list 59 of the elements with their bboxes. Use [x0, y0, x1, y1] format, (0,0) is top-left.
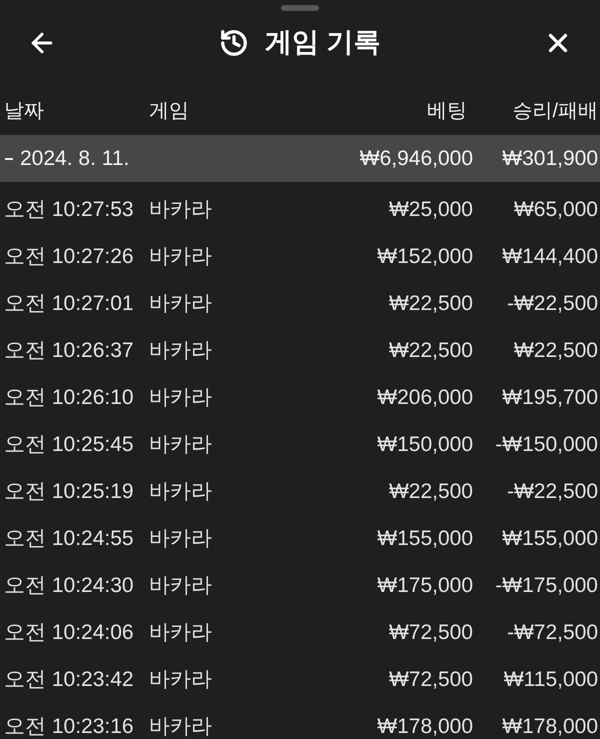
column-header: 승리/패배 — [512, 98, 598, 124]
game-cell-text: 바카라 — [149, 714, 212, 739]
time-cell-text: 오전 10:26:37 — [3, 338, 134, 364]
time-cell-text: 오전 10:23:16 — [3, 714, 134, 739]
result-cell-text: ₩144,400 — [502, 244, 598, 270]
game-cell-text: 바카라 — [149, 290, 212, 317]
time-cell-text: 오전 10:25:19 — [3, 478, 134, 505]
window-title: 게임 기록 — [265, 29, 381, 56]
bet-cell-text: ₩22,500 — [388, 478, 473, 505]
result-cell-text: ₩178,000 — [502, 714, 598, 739]
bet-cell-text: ₩150,000 — [377, 432, 473, 458]
time-cell-text: 오전 10:24:30 — [3, 572, 134, 599]
result-cell-text: ₩155,000 — [502, 526, 598, 552]
result-cell-text: -₩22,500 — [506, 290, 598, 317]
bet-cell-text: ₩22,500 — [388, 338, 473, 364]
bet-cell-text: ₩206,000 — [377, 384, 473, 411]
bet-cell-text: ₩175,000 — [377, 572, 473, 599]
column-header: 게임 — [149, 98, 189, 124]
game-cell-text: 바카라 — [149, 338, 212, 364]
game-cell-text: 바카라 — [149, 620, 212, 646]
bet-cell-text: ₩155,000 — [377, 526, 473, 552]
time-cell-text: 오전 10:25:45 — [3, 432, 134, 458]
column-header: 날짜 — [3, 98, 44, 124]
game-cell-text: 바카라 — [149, 384, 212, 411]
time-cell-text: 오전 10:24:55 — [3, 526, 134, 552]
drag-handle[interactable] — [281, 5, 319, 11]
column-header: 베팅 — [427, 98, 468, 124]
game-cell-text: 바카라 — [149, 666, 212, 693]
result-total: ₩301,900 — [502, 146, 598, 172]
result-cell-text: ₩22,500 — [514, 338, 598, 364]
game-cell-text: 바카라 — [149, 526, 212, 552]
result-cell-text: -₩150,000 — [495, 432, 598, 458]
game-cell-text: 바카라 — [149, 432, 212, 458]
bet-cell-text: ₩25,000 — [388, 196, 473, 223]
game-cell-text: 바카라 — [149, 196, 212, 223]
result-cell-text: ₩65,000 — [514, 196, 598, 223]
date-label: 2024. 8. 11. — [20, 146, 130, 172]
result-cell-text: -₩22,500 — [506, 478, 598, 505]
bet-total: ₩6,946,000 — [360, 146, 473, 172]
result-cell-text: -₩72,500 — [506, 620, 598, 646]
time-cell-text: 오전 10:23:42 — [3, 666, 134, 693]
result-cell-text: -₩175,000 — [495, 572, 598, 599]
bet-cell-text: ₩72,500 — [388, 666, 473, 693]
result-cell-text: ₩115,000 — [504, 666, 598, 693]
game-cell-text: 바카라 — [149, 572, 212, 599]
bet-cell-text: ₩72,500 — [388, 620, 473, 646]
game-cell-text: 바카라 — [149, 478, 212, 505]
time-cell-text: 오전 10:26:10 — [3, 384, 134, 411]
time-cell-text: 오전 10:27:01 — [3, 290, 134, 317]
bet-cell-text: ₩152,000 — [377, 244, 473, 270]
history-icon — [219, 28, 250, 58]
bet-cell-text: ₩22,500 — [388, 290, 473, 317]
time-cell-text: 오전 10:27:53 — [3, 196, 134, 223]
time-cell-text: 오전 10:24:06 — [3, 620, 134, 646]
time-cell-text: 오전 10:27:26 — [3, 244, 134, 270]
result-cell-text: ₩195,700 — [502, 384, 598, 411]
bet-cell-text: ₩178,000 — [377, 714, 473, 739]
date-group-row[interactable]: 2024. 8. 11. ₩6,946,000 ₩301,900 — [0, 135, 600, 182]
game-cell-text: 바카라 — [149, 244, 212, 270]
